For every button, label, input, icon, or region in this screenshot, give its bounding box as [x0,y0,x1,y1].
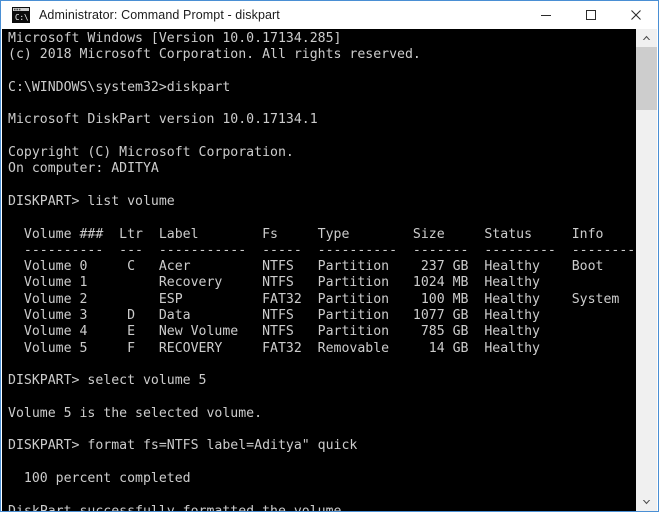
command-prompt-icon: C:\ [12,7,30,23]
scrollbar-track[interactable] [636,47,657,493]
vertical-scrollbar[interactable] [636,29,657,511]
svg-text:C:\: C:\ [15,13,29,22]
command-prompt-window: C:\ Administrator: Command Prompt - disk… [0,0,659,512]
chevron-up-icon [642,35,651,40]
chevron-down-icon [642,500,651,505]
scrollbar-thumb[interactable] [636,47,657,110]
window-title: Administrator: Command Prompt - diskpart [39,8,280,22]
title-bar[interactable]: C:\ Administrator: Command Prompt - disk… [1,1,658,29]
console-text: Microsoft Windows [Version 10.0.17134.28… [8,31,636,511]
console-output-area[interactable]: Microsoft Windows [Version 10.0.17134.28… [2,29,638,511]
maximize-button[interactable] [568,1,613,29]
scroll-up-button[interactable] [636,29,657,47]
maximize-icon [585,10,596,20]
close-icon [630,10,641,20]
close-button[interactable] [613,1,658,29]
minimize-button[interactable] [523,1,568,29]
scroll-down-button[interactable] [636,493,657,511]
minimize-icon [540,15,551,16]
